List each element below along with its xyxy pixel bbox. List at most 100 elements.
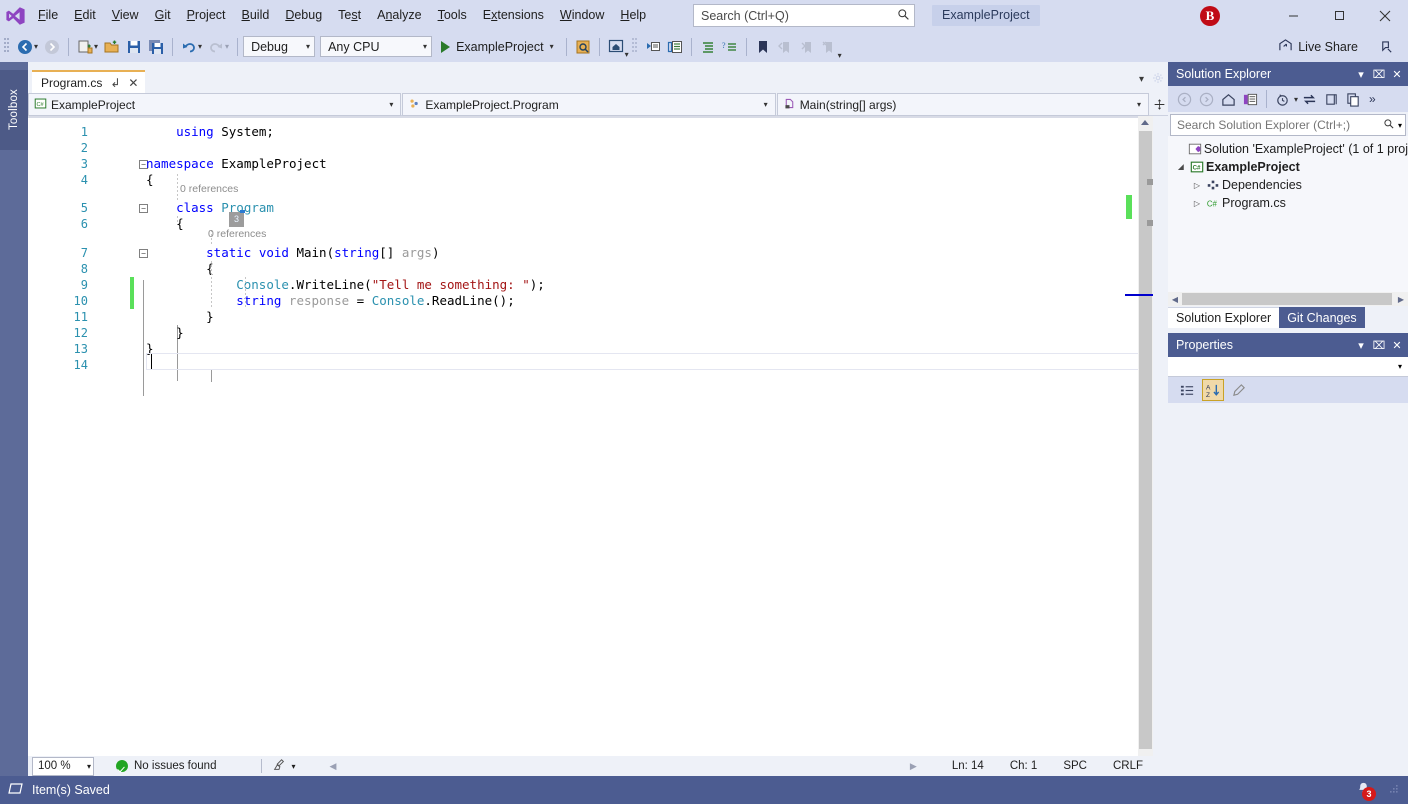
navigate-backward-button[interactable]: [14, 36, 36, 58]
refresh-button[interactable]: [1321, 88, 1342, 110]
toggle-bookmark-button[interactable]: [752, 36, 774, 58]
pin-icon[interactable]: ⌧: [1370, 64, 1388, 84]
forward-button[interactable]: [1196, 88, 1217, 110]
collapse-all-button[interactable]: [1343, 88, 1364, 110]
search-options-dropdown-icon[interactable]: ▾: [1395, 121, 1402, 130]
status-collapse-arrow-icon[interactable]: ◀: [329, 761, 336, 772]
save-button[interactable]: [123, 36, 145, 58]
menu-test[interactable]: Test: [330, 0, 369, 31]
menu-git[interactable]: Git: [147, 0, 179, 31]
zoom-level-dropdown[interactable]: 100 % ▾: [32, 757, 94, 776]
properties-object-dropdown[interactable]: ▾: [1168, 357, 1408, 377]
search-in-files-button[interactable]: [572, 36, 594, 58]
menu-view[interactable]: View: [104, 0, 147, 31]
account-avatar[interactable]: B: [1200, 6, 1220, 26]
scroll-up-arrow-icon[interactable]: [1141, 120, 1149, 125]
close-icon[interactable]: ✕: [1388, 64, 1406, 84]
previous-bookmark-button[interactable]: [774, 36, 796, 58]
code-line[interactable]: 6{: [28, 216, 1148, 232]
toolbar-grip[interactable]: [4, 37, 14, 57]
menu-build[interactable]: Build: [234, 0, 278, 31]
gear-icon[interactable]: [1152, 72, 1164, 87]
scrollbar-thumb[interactable]: [1139, 131, 1152, 749]
solution-explorer-search-input[interactable]: [1177, 118, 1383, 132]
indentation-indicator[interactable]: SPC: [1050, 760, 1100, 772]
notifications-button[interactable]: 3: [1352, 779, 1374, 801]
nav-member-dropdown[interactable]: Main(string[] args) ▾: [777, 93, 1149, 116]
broom-icon[interactable]: [272, 758, 286, 775]
code-line[interactable]: 9Console.WriteLine("Tell me something: "…: [28, 277, 1148, 293]
code-line[interactable]: 10string response = Console.ReadLine();: [28, 293, 1148, 309]
live-share-button[interactable]: Live Share: [1272, 36, 1364, 58]
properties-grid[interactable]: [1168, 403, 1408, 663]
chevron-down-icon[interactable]: ▾: [550, 42, 557, 51]
menu-extensions[interactable]: Extensions: [475, 0, 552, 31]
menu-tools[interactable]: Tools: [430, 0, 475, 31]
tree-expander-collapsed-icon[interactable]: ▷: [1190, 199, 1204, 208]
toggle-properties-window-button[interactable]: [642, 36, 664, 58]
code-line[interactable]: 1using System;: [28, 124, 1148, 140]
code-line[interactable]: 3−namespace ExampleProject: [28, 156, 1148, 172]
nav-project-dropdown[interactable]: C# ExampleProject ▾: [28, 93, 401, 116]
tree-node-solution[interactable]: Solution 'ExampleProject' (1 of 1 proj: [1168, 140, 1408, 158]
code-line[interactable]: 8{: [28, 261, 1148, 277]
solution-explorer-search[interactable]: ▾: [1170, 114, 1406, 136]
solution-explorer-tree[interactable]: Solution 'ExampleProject' (1 of 1 proj ◢…: [1168, 136, 1408, 292]
uncomment-selection-button[interactable]: ?: [719, 36, 741, 58]
filter-dropdown-icon[interactable]: ▾: [1294, 95, 1298, 104]
categorized-view-button[interactable]: [1176, 379, 1198, 401]
hscrollbar-thumb[interactable]: [1182, 293, 1392, 305]
quick-launch-search[interactable]: [693, 4, 915, 27]
codelens-class[interactable]: 0 references: [180, 182, 238, 196]
properties-page-button[interactable]: [1228, 379, 1250, 401]
pin-icon[interactable]: ⌧: [1370, 335, 1388, 355]
search-input[interactable]: [701, 9, 897, 23]
clear-bookmarks-button[interactable]: [818, 36, 840, 58]
toggle-solution-explorer-button[interactable]: [664, 36, 686, 58]
fold-toggle[interactable]: −: [139, 204, 148, 213]
editor-vertical-scrollbar[interactable]: [1138, 116, 1153, 762]
next-bookmark-button[interactable]: [796, 36, 818, 58]
close-icon[interactable]: ✕: [128, 76, 138, 90]
pin-icon[interactable]: ↲: [110, 76, 120, 90]
menu-project[interactable]: Project: [179, 0, 234, 31]
undo-button[interactable]: [178, 36, 200, 58]
code-cleanup-dropdown-icon[interactable]: ▾: [291, 762, 295, 771]
document-tab-program-cs[interactable]: Program.cs ↲ ✕: [32, 70, 145, 93]
se-toolbar-overflow-icon[interactable]: »: [1369, 92, 1376, 106]
issues-indicator[interactable]: No issues found: [116, 760, 216, 772]
open-file-button[interactable]: [101, 36, 123, 58]
panel-menu-icon[interactable]: ▾: [1352, 64, 1370, 84]
resize-grip-icon[interactable]: [1388, 783, 1400, 797]
split-view-button[interactable]: [1150, 93, 1168, 115]
close-button[interactable]: [1362, 0, 1408, 31]
window-layout-button[interactable]: [605, 36, 627, 58]
code-editor[interactable]: 1using System;23−namespace ExampleProjec…: [28, 116, 1168, 762]
sync-with-active-document-button[interactable]: [1299, 88, 1320, 110]
tab-git-changes[interactable]: Git Changes: [1279, 307, 1364, 328]
scroll-right-arrow-icon[interactable]: ▶: [1394, 295, 1408, 304]
menu-analyze[interactable]: Analyze: [369, 0, 429, 31]
menu-help[interactable]: Help: [612, 0, 654, 31]
solution-name-chip[interactable]: ExampleProject: [932, 5, 1040, 26]
menu-file[interactable]: FFileile: [30, 0, 66, 31]
toolbar-grip-2[interactable]: [632, 37, 642, 57]
solution-configuration-dropdown[interactable]: Debug ▾: [243, 36, 315, 57]
pending-changes-filter-button[interactable]: [1272, 88, 1293, 110]
menu-edit[interactable]: Edit: [66, 0, 104, 31]
scroll-left-arrow-icon[interactable]: ◀: [1168, 295, 1182, 304]
solution-explorer-horizontal-scrollbar[interactable]: ◀ ▶: [1168, 292, 1408, 306]
close-icon[interactable]: ✕: [1388, 335, 1406, 355]
menu-debug[interactable]: Debug: [277, 0, 330, 31]
redo-button[interactable]: [205, 36, 227, 58]
menu-window[interactable]: Window: [552, 0, 612, 31]
tree-node-dependencies[interactable]: ▷ Dependencies: [1168, 176, 1408, 194]
quick-actions-badge[interactable]: 3: [229, 212, 244, 227]
start-debugging-button[interactable]: ExampleProject ▾: [437, 36, 561, 58]
comment-selection-button[interactable]: [697, 36, 719, 58]
code-line[interactable]: 2: [28, 140, 1148, 156]
status-expand-arrow-icon[interactable]: ▶: [910, 761, 939, 772]
tree-node-program-cs[interactable]: ▷ C# Program.cs: [1168, 194, 1408, 212]
send-feedback-button[interactable]: [1374, 36, 1398, 58]
minimize-button[interactable]: [1270, 0, 1316, 31]
